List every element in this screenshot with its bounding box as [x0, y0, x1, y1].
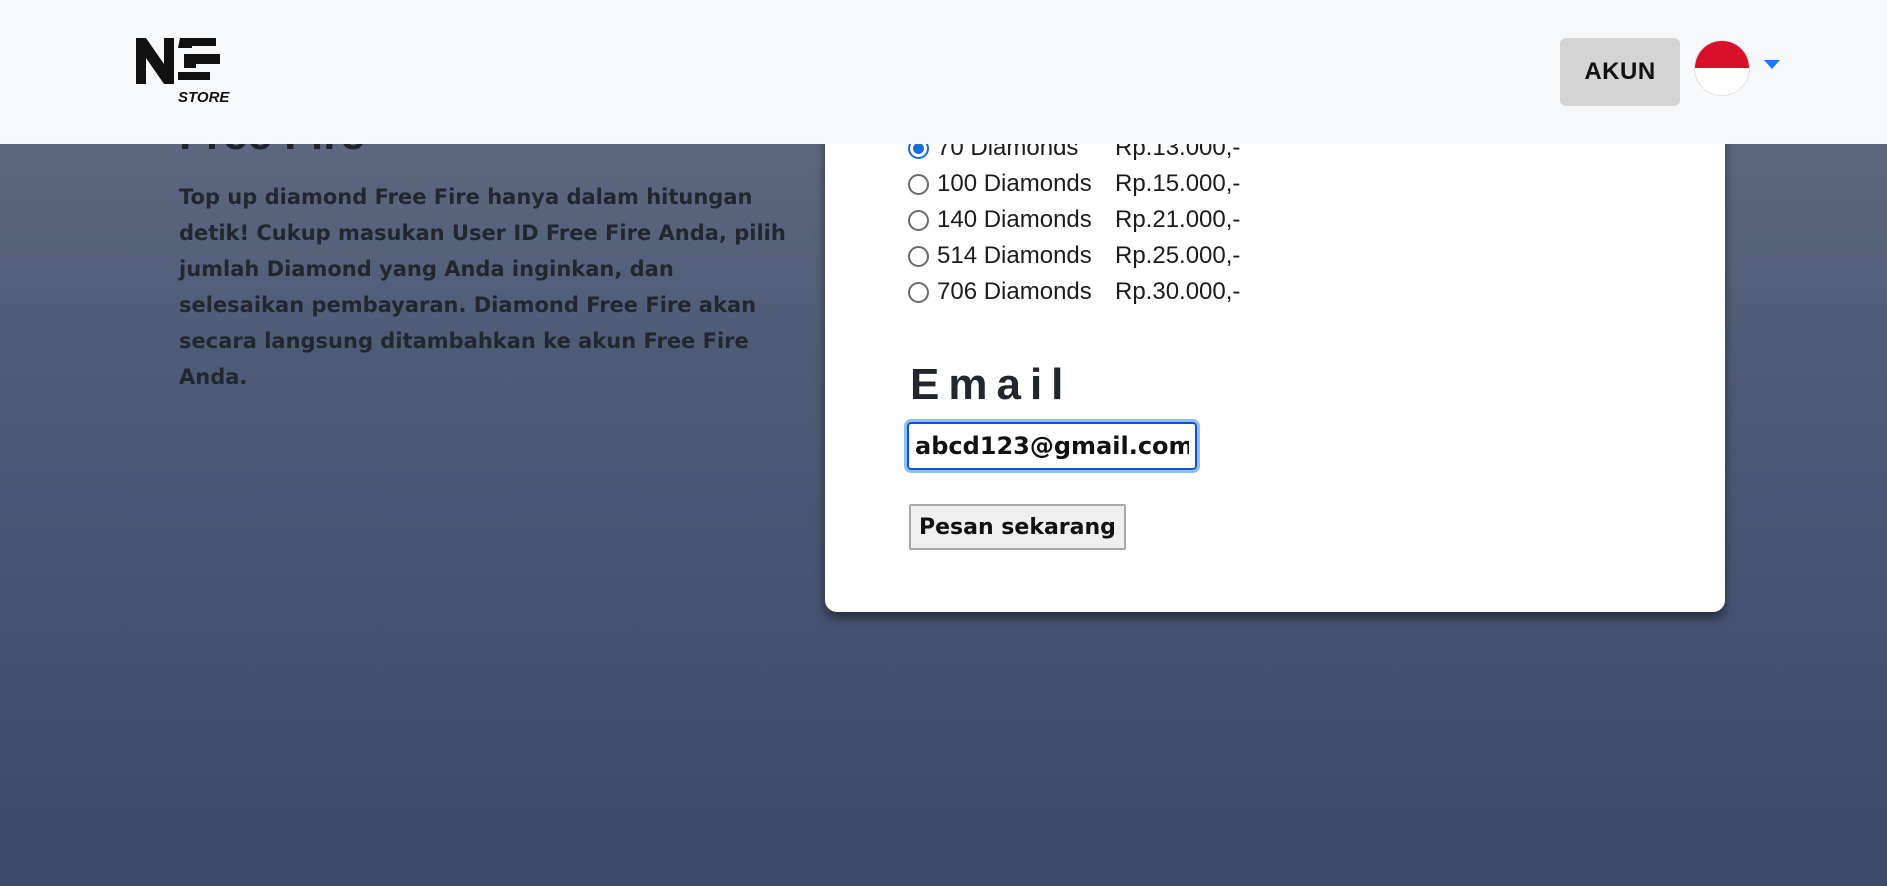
account-button[interactable]: AKUN [1560, 38, 1680, 106]
package-amount: 100 Diamonds [937, 170, 1092, 197]
email-label: Email [910, 360, 1073, 409]
package-price: Rp.21.000,- [1115, 206, 1241, 233]
package-option[interactable]: 706 Diamonds Rp.30.000,- [908, 274, 1240, 310]
package-option[interactable]: 140 Diamonds Rp.21.000,- [908, 202, 1240, 238]
logo-icon: STORE [136, 38, 230, 106]
top-navbar: STORE AKUN [0, 0, 1887, 144]
package-option[interactable]: 514 Diamonds Rp.25.000,- [908, 238, 1240, 274]
radio-button[interactable] [908, 245, 929, 267]
radio-button[interactable] [908, 209, 929, 231]
indonesia-flag-icon[interactable] [1694, 40, 1750, 96]
store-logo[interactable]: STORE [134, 34, 236, 108]
svg-text:STORE: STORE [178, 89, 230, 106]
package-amount: 706 Diamonds [937, 278, 1092, 305]
radio-button[interactable] [908, 281, 929, 303]
chevron-down-icon[interactable] [1764, 60, 1780, 69]
package-price: Rp.30.000,- [1115, 278, 1241, 305]
package-amount: 140 Diamonds [937, 206, 1092, 233]
product-info: Free Fire Top up diamond Free Fire hanya… [179, 110, 799, 395]
package-option[interactable]: 100 Diamonds Rp.15.000,- [908, 166, 1240, 202]
package-amount: 514 Diamonds [937, 242, 1092, 269]
game-description: Top up diamond Free Fire hanya dalam hit… [179, 185, 786, 389]
package-price: Rp.15.000,- [1115, 170, 1241, 197]
order-now-button[interactable]: Pesan sekarang [909, 504, 1126, 550]
package-price: Rp.25.000,- [1115, 242, 1241, 269]
radio-button[interactable] [908, 173, 929, 195]
package-list: 70 Diamonds Rp.13.000,- 100 Diamonds Rp.… [908, 130, 1240, 310]
email-field[interactable] [904, 419, 1200, 473]
